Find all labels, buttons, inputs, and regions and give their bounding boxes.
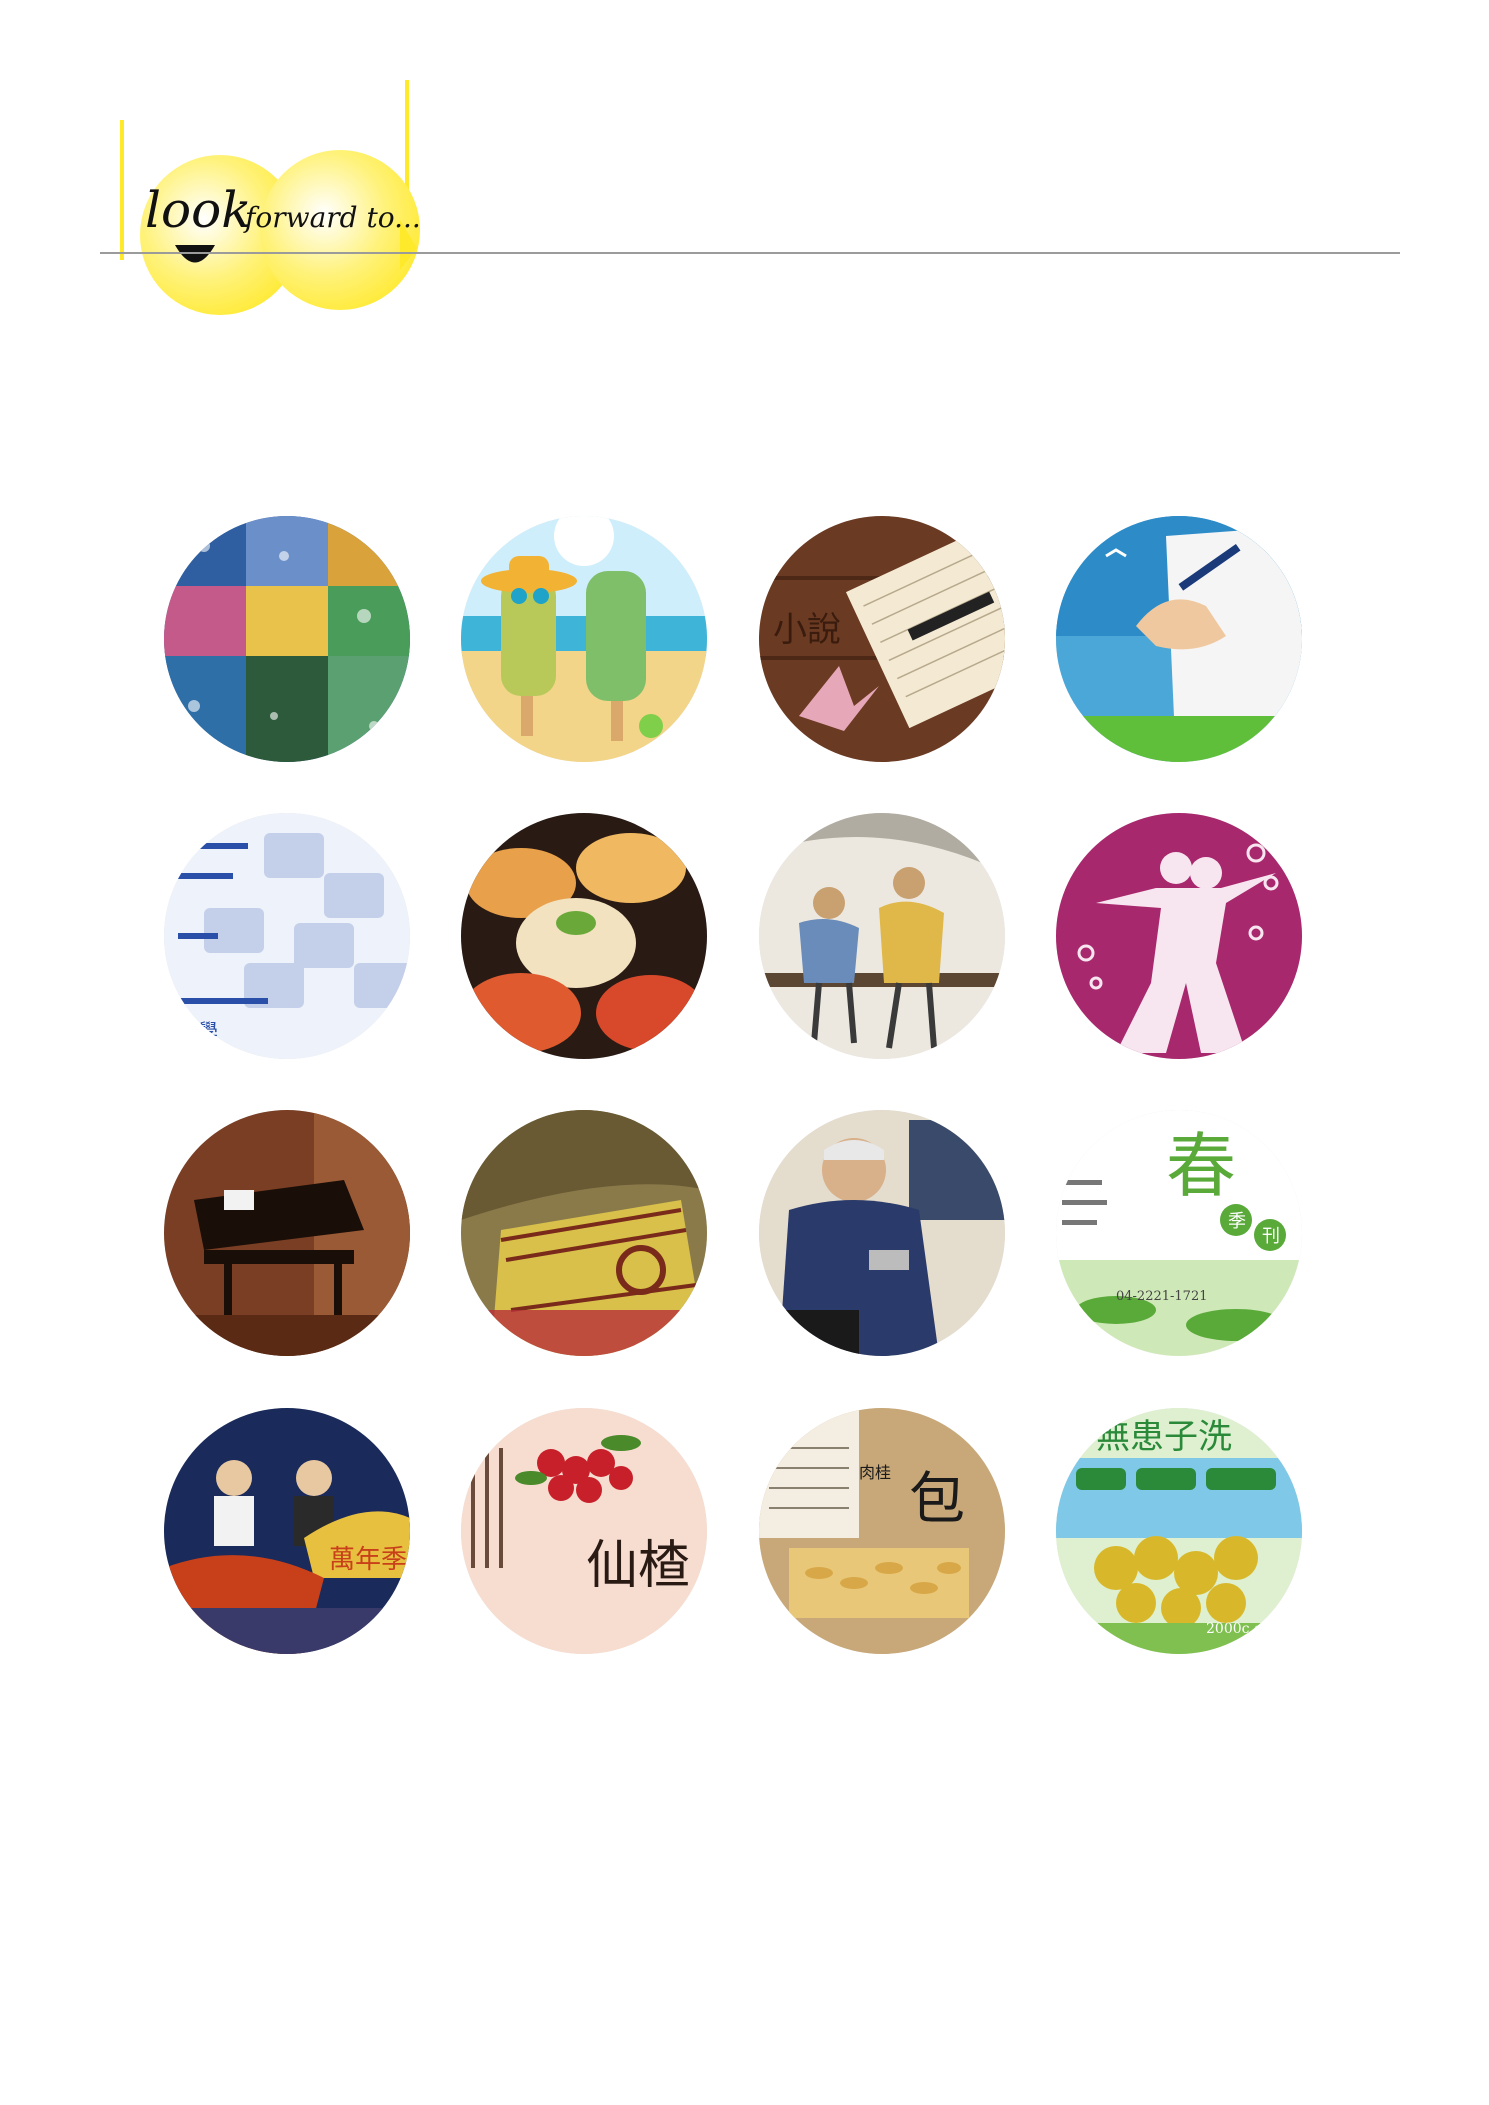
tile-caption: 包 [909,1467,965,1532]
tile-snack-package[interactable]: 包 肉桂 [759,1408,1005,1654]
tile-caption-2: 肉桂 [859,1463,891,1482]
tile-hand-writing[interactable] [1056,516,1302,762]
tile-piano[interactable] [164,1110,410,1356]
tile-caption: 仙楂 [586,1536,690,1596]
tile-caption-2: 季 [1228,1211,1246,1232]
tile-blocks-poster[interactable]: 大學 [164,813,410,1059]
tile-tribal-fabric[interactable] [461,1110,707,1356]
tile-caption: 無患子洗 [1096,1417,1232,1457]
tile-caption: 大學 [178,1019,218,1043]
tile-paintings-collage[interactable] [164,516,410,762]
tile-caption-4: 04-2221-1721 [1116,1289,1208,1304]
tile-summer-popsicles[interactable] [461,516,707,762]
tile-notebook-crane[interactable]: 小說 [759,516,1005,762]
tile-soapberry[interactable]: 無患子洗 2000c.c [1056,1408,1302,1654]
tile-caption-4: 2000c.c [1206,1621,1262,1637]
tile-sushi[interactable] [461,813,707,1059]
tile-caption-3: 刊 [1262,1226,1280,1247]
tile-caption: 萬年季 [329,1545,407,1575]
tile-spring-quarterly[interactable]: 春 季 刊 04-2221-1721 [1056,1110,1302,1356]
thumbnail-grid: 小說 大學 春 季 刊 04-2221-1721 萬年季 仙楂 包 肉桂 無患子… [0,0,1489,2105]
tile-stage-festival[interactable]: 萬年季 [164,1408,410,1654]
tile-caption: 春 [1166,1125,1236,1207]
tile-caption: 小說 [773,610,841,650]
tile-hawthorn[interactable]: 仙楂 [461,1408,707,1654]
tile-dancers[interactable] [1056,813,1302,1059]
tile-elderly-man[interactable] [759,1110,1005,1356]
tile-ink-painting[interactable] [759,813,1005,1059]
